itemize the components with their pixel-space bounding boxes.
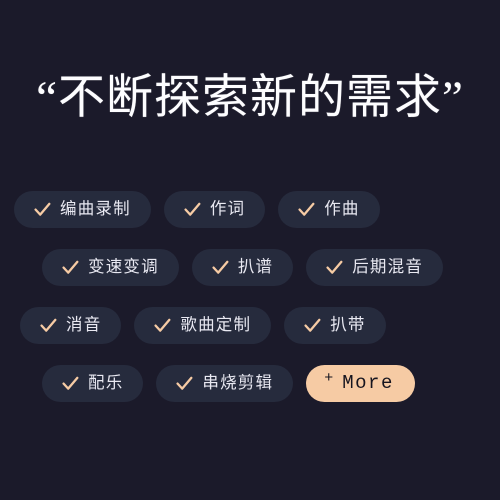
check-icon <box>154 318 171 333</box>
service-tag-label: 消音 <box>66 316 102 335</box>
check-icon <box>176 376 193 391</box>
tag-row: 变速变调 扒谱 后期混音 <box>0 243 500 291</box>
service-tag-label: 作曲 <box>324 200 360 219</box>
check-icon <box>62 376 79 391</box>
check-icon <box>326 260 343 275</box>
service-tag-list: 编曲录制 作词 作曲 变速变调 扒谱 后期混音 消音 歌曲定制 扒带 配乐 串烧… <box>0 185 500 407</box>
promo-poster: “不断探索新的需求” 编曲录制 作词 作曲 变速变调 扒谱 后期混音 消音 歌曲… <box>0 0 500 500</box>
service-tag-label: 变速变调 <box>88 258 159 277</box>
page-title: “不断探索新的需求” <box>36 71 464 124</box>
more-button-label: More <box>342 372 394 394</box>
check-icon <box>62 260 79 275</box>
service-tag[interactable]: 变速变调 <box>42 248 179 286</box>
check-icon <box>298 202 315 217</box>
check-icon <box>212 260 229 275</box>
service-tag[interactable]: 扒带 <box>284 306 386 344</box>
tag-row: 配乐 串烧剪辑 + More <box>0 359 500 407</box>
service-tag[interactable]: 消音 <box>20 306 122 344</box>
check-icon <box>40 318 57 333</box>
tag-row: 编曲录制 作词 作曲 <box>0 185 500 233</box>
service-tag-label: 扒谱 <box>237 258 274 277</box>
plus-icon: + <box>324 369 334 387</box>
service-tag-label: 配乐 <box>88 374 124 393</box>
service-tag-label: 编曲录制 <box>60 200 131 219</box>
service-tag[interactable]: 后期混音 <box>306 248 444 286</box>
service-tag[interactable]: 作词 <box>163 190 266 228</box>
service-tag[interactable]: 作曲 <box>278 190 380 228</box>
service-tag-label: 作词 <box>209 200 246 219</box>
check-icon <box>304 318 321 333</box>
service-tag-label: 串烧剪辑 <box>202 374 274 393</box>
service-tag-label: 扒带 <box>330 316 366 335</box>
check-icon <box>34 202 51 217</box>
service-tag[interactable]: 扒谱 <box>191 248 294 286</box>
tag-row: 消音 歌曲定制 扒带 <box>0 301 500 349</box>
service-tag[interactable]: 配乐 <box>42 364 144 402</box>
service-tag[interactable]: 歌曲定制 <box>134 306 272 344</box>
more-button[interactable]: + More <box>306 364 415 402</box>
headline-container: “不断探索新的需求” <box>0 0 500 185</box>
service-tag[interactable]: 串烧剪辑 <box>156 364 294 402</box>
check-icon <box>184 202 201 217</box>
service-tag-label: 歌曲定制 <box>180 316 252 335</box>
service-tag[interactable]: 编曲录制 <box>14 190 151 228</box>
service-tag-label: 后期混音 <box>352 258 424 277</box>
